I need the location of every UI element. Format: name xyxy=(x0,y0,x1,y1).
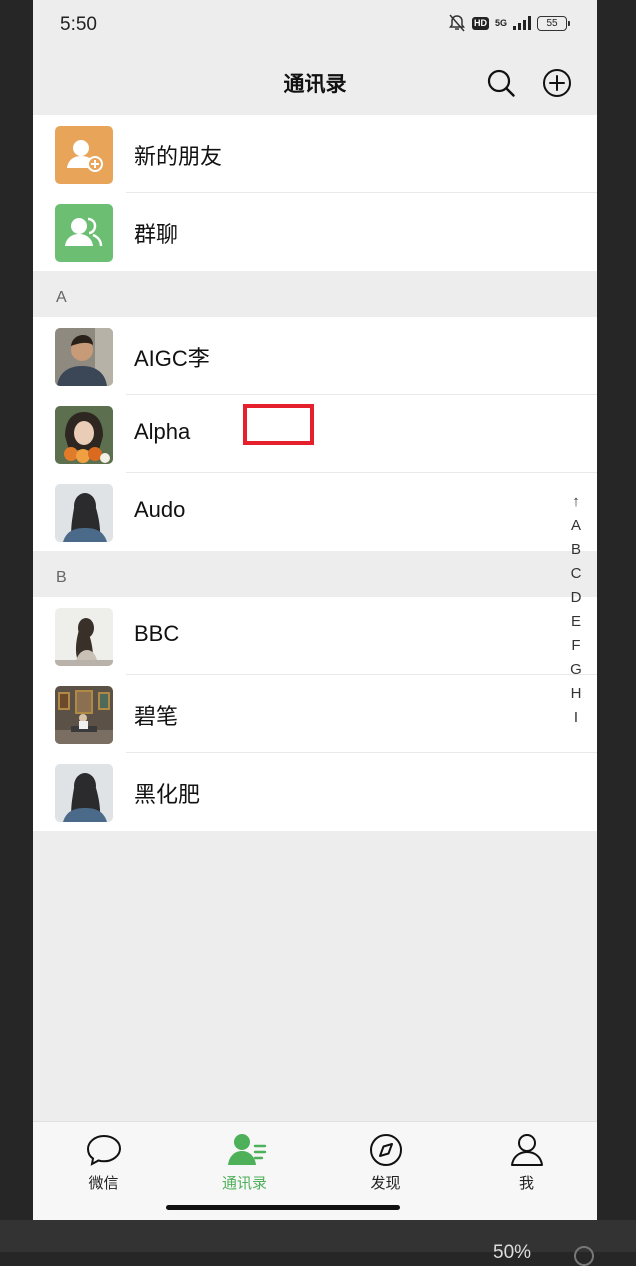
red-highlight-box xyxy=(243,404,314,445)
plus-circle-icon xyxy=(543,69,571,97)
contact-name: 黑化肥 xyxy=(134,782,201,807)
tab-me[interactable]: 我 xyxy=(456,1122,597,1220)
tab-chats[interactable]: 微信 xyxy=(33,1122,174,1220)
section-letter: A xyxy=(56,289,67,306)
circle-icon xyxy=(574,1246,594,1266)
contact-avatar xyxy=(55,608,113,666)
museum-gallery-photo xyxy=(55,686,113,744)
person-icon xyxy=(511,1134,543,1166)
contact-row[interactable]: Audo xyxy=(33,473,597,551)
contact-list: 新的朋友 群聊 A AIGC李 Alpha Audo B BBC 碧笔 黑化肥 xyxy=(33,115,597,831)
index-item[interactable]: D xyxy=(571,586,582,610)
home-indicator[interactable] xyxy=(166,1205,400,1210)
tab-label: 微信 xyxy=(88,1175,119,1192)
signal-icon xyxy=(513,16,531,30)
section-b-group: BBC 碧笔 黑化肥 xyxy=(33,597,597,831)
mute-bell-icon xyxy=(448,14,465,32)
add-friend-icon xyxy=(67,140,103,172)
woman-side-photo xyxy=(55,608,113,666)
contact-name: 碧笔 xyxy=(134,704,179,729)
contact-row[interactable]: BBC xyxy=(33,597,597,675)
contact-avatar xyxy=(55,686,113,744)
bottom-overlay-strip: 50% xyxy=(0,1220,636,1266)
contact-name: BBC xyxy=(134,621,180,646)
row-label: 群聊 xyxy=(134,222,179,247)
contact-name: Alpha xyxy=(134,419,191,444)
status-icons: HD 5G 55 xyxy=(448,14,570,32)
index-item[interactable]: H xyxy=(571,682,582,706)
index-item[interactable]: F xyxy=(571,634,580,658)
section-header-b: B xyxy=(33,551,597,597)
contacts-icon xyxy=(228,1134,267,1165)
woman-flowers-photo xyxy=(55,406,113,464)
index-item[interactable]: E xyxy=(571,610,581,634)
tab-label: 通讯录 xyxy=(221,1175,267,1192)
section-a-group: AIGC李 Alpha Audo xyxy=(33,317,597,551)
chat-bubble-icon xyxy=(86,1134,122,1166)
group-chat-icon xyxy=(65,217,103,247)
alphabet-index-bar[interactable]: ↑ A B C D E F G H I xyxy=(565,490,587,730)
new-friends-avatar xyxy=(55,126,113,184)
contact-avatar xyxy=(55,328,113,386)
status-bar: 5:50 HD 5G 55 xyxy=(33,0,597,52)
woman-back-photo xyxy=(55,484,113,542)
index-item[interactable]: B xyxy=(571,538,581,562)
contact-row[interactable]: Alpha xyxy=(33,395,597,473)
index-item[interactable]: A xyxy=(571,514,581,538)
search-button[interactable] xyxy=(485,67,517,99)
contact-name: AIGC李 xyxy=(134,346,210,371)
tab-label: 发现 xyxy=(370,1175,401,1192)
index-item[interactable]: ↑ xyxy=(572,490,580,514)
group-chats-row[interactable]: 群聊 xyxy=(33,193,597,271)
battery-indicator: 55 xyxy=(537,15,570,31)
contact-name: Audo xyxy=(134,497,186,522)
woman-back-photo xyxy=(55,764,113,822)
man-portrait-photo xyxy=(55,328,113,386)
top-entries-group: 新的朋友 群聊 xyxy=(33,115,597,271)
contact-avatar xyxy=(55,406,113,464)
contact-row[interactable]: 黑化肥 xyxy=(33,753,597,831)
status-time: 5:50 xyxy=(60,14,97,35)
contact-avatar xyxy=(55,764,113,822)
add-button[interactable] xyxy=(541,67,573,99)
contact-avatar xyxy=(55,484,113,542)
hd-badge: HD xyxy=(471,16,489,30)
contact-row[interactable]: AIGC李 xyxy=(33,317,597,395)
zoom-percent: 50% xyxy=(493,1242,532,1263)
tab-label: 我 xyxy=(518,1175,534,1192)
section-letter: B xyxy=(56,569,67,586)
network-type-label: 5G xyxy=(494,17,507,28)
nav-bar: 通讯录 xyxy=(33,52,597,114)
section-header-a: A xyxy=(33,271,597,317)
contact-row[interactable]: 碧笔 xyxy=(33,675,597,753)
phone-screen: 5:50 HD 5G 55 通讯录 新的朋友 群聊 A AIGC李 Alpha … xyxy=(33,0,597,1220)
search-icon xyxy=(487,69,515,97)
group-chats-avatar xyxy=(55,204,113,262)
index-item[interactable]: G xyxy=(570,658,582,682)
compass-icon xyxy=(370,1134,402,1166)
new-friends-row[interactable]: 新的朋友 xyxy=(33,115,597,193)
index-item[interactable]: I xyxy=(574,706,578,730)
index-item[interactable]: C xyxy=(571,562,582,586)
row-label: 新的朋友 xyxy=(134,144,223,169)
